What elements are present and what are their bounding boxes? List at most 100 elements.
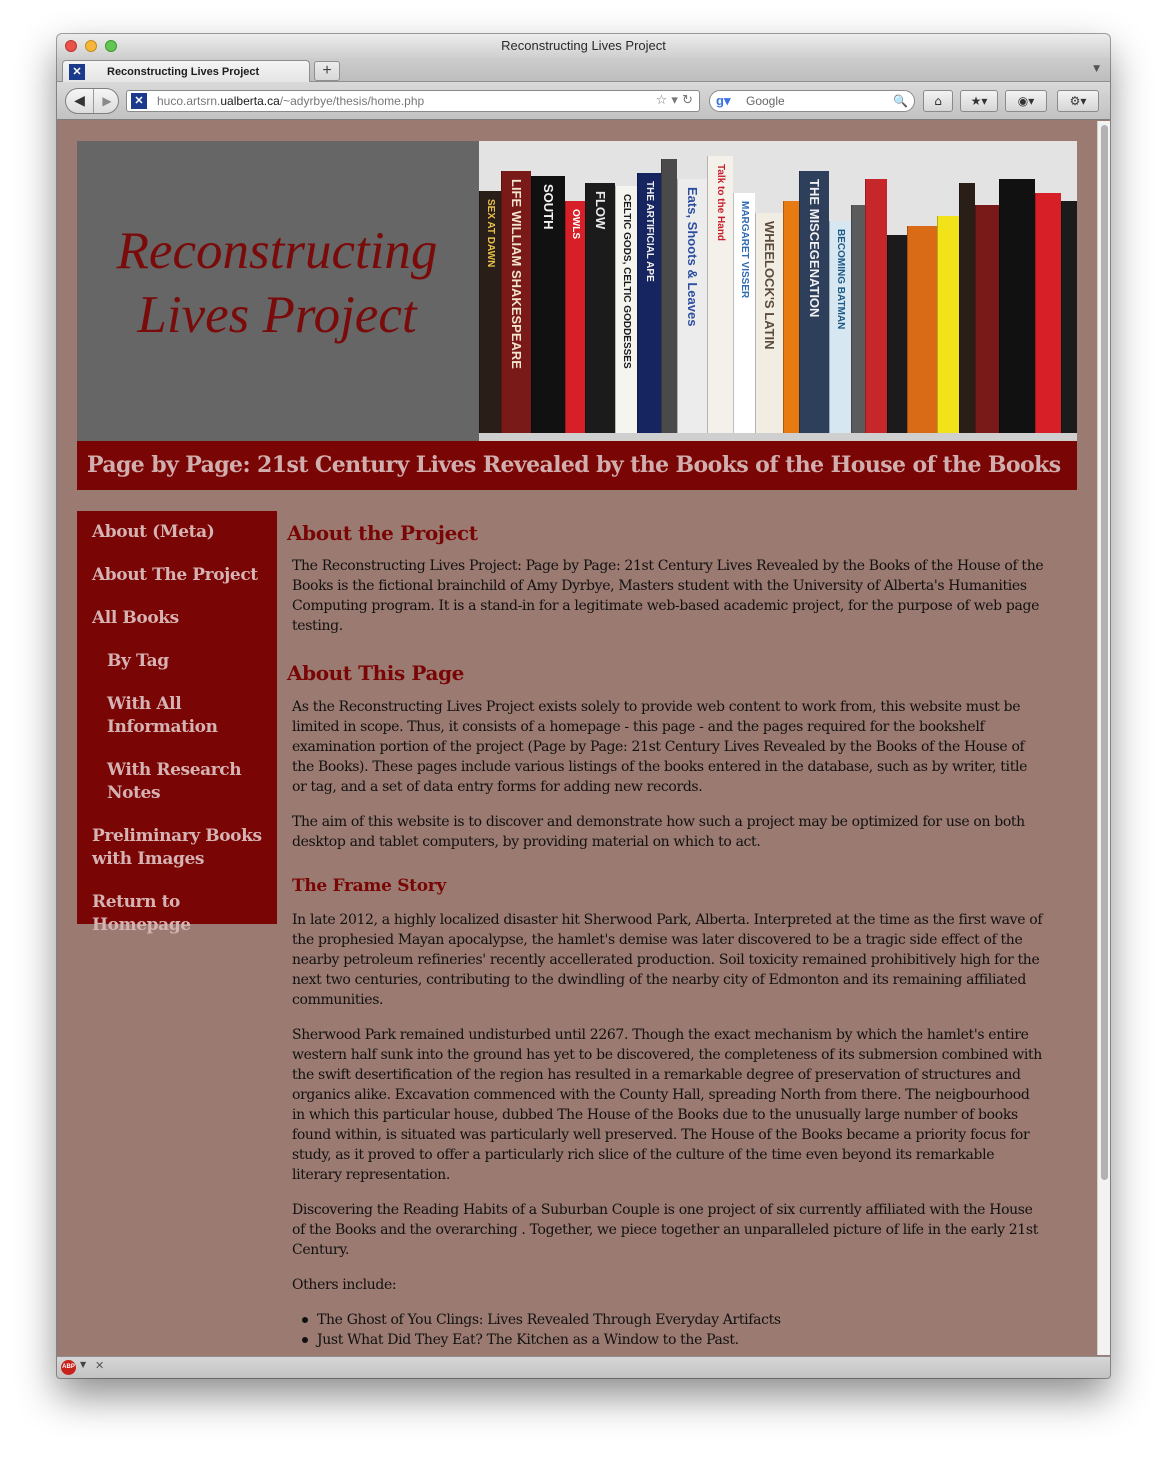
tab-list-arrow-icon[interactable]: ▼ xyxy=(1093,64,1100,74)
book-spine-title: BECOMING BATMAN xyxy=(835,229,846,330)
bookshelf-photo: BECOMING BATMAN THE MISCEGENATION WHEELOCK… xyxy=(479,141,1077,441)
bookmarks-icon: ★▾ xyxy=(970,94,988,108)
bullet-icon xyxy=(302,1317,308,1323)
nav-with-all-line1: With All xyxy=(107,694,182,714)
book-spine xyxy=(851,205,865,441)
reload-icon[interactable]: ↻ xyxy=(682,93,693,108)
status-bar: ABP ▼ ✕ xyxy=(57,1356,1110,1378)
book-spine xyxy=(783,201,799,441)
book-spine-title: SEX AT DAWN xyxy=(485,199,496,268)
nav-preliminary-books[interactable]: Preliminary Books with Images xyxy=(92,825,262,871)
book-spine-title: Eats, Shoots & Leaves xyxy=(685,187,700,327)
address-bar[interactable]: ✕ huco.artsrn.ualberta.ca/~adyrbye/thesi… xyxy=(126,90,700,112)
tab-bar: ✕ Reconstructing Lives Project + ▼ xyxy=(57,58,1110,83)
home-button[interactable]: ⌂ xyxy=(923,90,953,112)
nav-with-all-information[interactable]: With All Information xyxy=(107,693,218,739)
book-spine: Talk to the Hand xyxy=(707,156,733,441)
book-spine-title: Talk to the Hand xyxy=(715,164,726,242)
nav-by-tag[interactable]: By Tag xyxy=(107,650,169,673)
browser-window: Reconstructing Lives Project ✕ Reconstru… xyxy=(57,34,1110,1378)
book-spine xyxy=(1061,201,1077,441)
back-button[interactable]: ◀ xyxy=(66,89,94,113)
search-magnifier-icon[interactable]: 🔍 xyxy=(893,91,908,111)
book-spine-title: MARGARET VISSER xyxy=(739,201,750,299)
google-search-engine-icon[interactable]: g▾ xyxy=(716,93,738,109)
book-spine xyxy=(959,183,975,441)
book-spine-title: THE ARTIFICIAL APE xyxy=(644,181,655,282)
book-spine xyxy=(887,235,907,441)
book-spine-title: LIFE WILLIAM SHAKESPEARE xyxy=(509,179,524,369)
url-actions: ☆ ▾ ↻ xyxy=(656,91,693,111)
book-spine xyxy=(937,216,959,441)
book-spine: LIFE WILLIAM SHAKESPEARE xyxy=(501,171,531,441)
book-spine xyxy=(1035,193,1061,441)
bookmarks-button[interactable]: ★▾ xyxy=(960,90,998,112)
adblock-icon[interactable]: ABP xyxy=(61,1360,76,1375)
url-path: /~adyrbye/thesis/home.php xyxy=(279,94,425,108)
para-frame-2: Sherwood Park remained undisturbed until… xyxy=(292,1027,1042,1183)
book-spine: WHEELOCK'S LATIN xyxy=(755,213,783,441)
new-tab-button[interactable]: + xyxy=(314,61,340,81)
page-viewport: Reconstructing Lives Project BECOMING BA… xyxy=(57,121,1097,1355)
tab-label: Reconstructing Lives Project xyxy=(107,66,260,78)
vertical-scrollbar[interactable] xyxy=(1097,121,1110,1355)
list-item: Just What Did They Eat? The Kitchen as a… xyxy=(292,1330,1044,1350)
book-spine: CELTIC GODS, CELTIC GODDESSES xyxy=(615,186,637,441)
nav-return-homepage[interactable]: Return to Homepage xyxy=(92,891,277,937)
nav-preliminary-line1: Preliminary Books xyxy=(92,826,262,846)
banner-title: Reconstructing Lives Project xyxy=(87,219,467,347)
book-spine xyxy=(865,179,887,441)
project-subtitle-bar: Page by Page: 21st Century Lives Reveale… xyxy=(77,441,1077,490)
book-spine: BECOMING BATMAN xyxy=(829,221,851,441)
book-spine: FLOW xyxy=(585,183,615,441)
book-spine xyxy=(999,179,1035,441)
minimize-window-button[interactable] xyxy=(85,40,97,52)
banner-title-line1: Reconstructing xyxy=(116,222,438,280)
book-spine: OWLS xyxy=(565,201,585,441)
list-item: The Ghost of You Clings: Lives Revealed … xyxy=(292,1310,1044,1330)
adblock-menu-arrow-icon[interactable]: ▼ xyxy=(80,1360,86,1369)
nav-all-books[interactable]: All Books xyxy=(92,607,179,630)
url-prefix: huco.artsrn. xyxy=(157,94,221,108)
banner-title-line2: Lives Project xyxy=(137,286,417,344)
bookmark-star-icon[interactable]: ☆ xyxy=(656,93,668,108)
nav-with-research-line2: Notes xyxy=(107,783,161,803)
zoom-window-button[interactable] xyxy=(105,40,117,52)
book-spine-title: CELTIC GODS, CELTIC GODDESSES xyxy=(621,194,632,369)
back-forward-group: ◀ ▶ xyxy=(65,88,119,114)
others-list: The Ghost of You Clings: Lives Revealed … xyxy=(292,1310,1044,1350)
url-history-dropdown-icon[interactable]: ▾ xyxy=(671,93,678,108)
home-icon: ⌂ xyxy=(934,94,942,108)
list-item-text: The Ghost of You Clings: Lives Revealed … xyxy=(317,1312,781,1328)
nav-about-meta[interactable]: About (Meta) xyxy=(92,521,215,544)
nav-with-research-notes[interactable]: With Research Notes xyxy=(107,759,242,805)
book-spine-title: THE MISCEGENATION xyxy=(807,179,822,318)
nav-about-project[interactable]: About The Project xyxy=(92,564,258,587)
book-spine-title: FLOW xyxy=(593,191,608,230)
tools-icon: ⚙▾ xyxy=(1069,94,1087,108)
nav-with-research-line1: With Research xyxy=(107,760,242,780)
scrollbar-thumb[interactable] xyxy=(1101,125,1108,1180)
book-spine xyxy=(907,226,937,441)
title-bar: Reconstructing Lives Project xyxy=(57,34,1110,58)
forward-button[interactable]: ▶ xyxy=(94,89,118,113)
book-spine-title: OWLS xyxy=(570,209,581,239)
heading-frame-story: The Frame Story xyxy=(292,876,447,896)
para-about-page-2: The aim of this website is to discover a… xyxy=(292,814,1025,850)
window-controls xyxy=(65,40,117,52)
window-title: Reconstructing Lives Project xyxy=(501,38,666,53)
para-frame-3: Discovering the Reading Habits of a Subu… xyxy=(292,1202,1038,1258)
nav-with-all-line2: Information xyxy=(107,717,218,737)
search-bar[interactable]: g▾ Google 🔍 xyxy=(709,90,915,112)
tools-button[interactable]: ⚙▾ xyxy=(1057,90,1099,112)
heading-about-page: About This Page xyxy=(287,661,464,685)
para-others: Others include: xyxy=(292,1277,397,1293)
addon-button[interactable]: ◉▾ xyxy=(1005,90,1047,112)
book-spine: THE ARTIFICIAL APE xyxy=(637,173,661,441)
sidebar-nav: About (Meta) About The Project All Books… xyxy=(77,511,277,935)
tab-active[interactable]: ✕ Reconstructing Lives Project xyxy=(62,60,310,83)
para-about-project: The Reconstructing Lives Project: Page b… xyxy=(292,558,1044,634)
close-addon-bar-icon[interactable]: ✕ xyxy=(95,1359,104,1372)
bullet-icon xyxy=(302,1337,308,1343)
close-window-button[interactable] xyxy=(65,40,77,52)
